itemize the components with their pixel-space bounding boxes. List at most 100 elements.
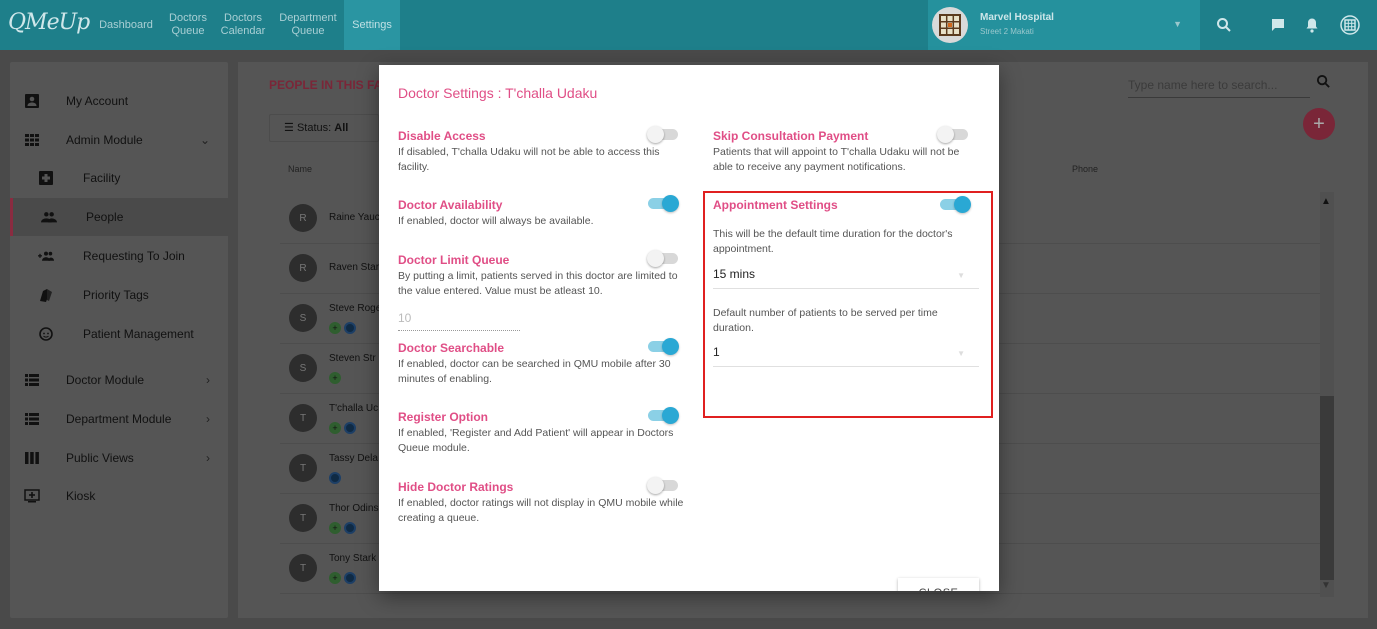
sidebar-item-label: Admin Module [66, 133, 143, 147]
hospital-switcher[interactable]: Marvel Hospital Street 2 Makati ▼ [928, 0, 1200, 50]
status-filter[interactable]: ☰ Status: All [269, 114, 379, 142]
list-icon [24, 372, 40, 388]
column-header-name: Name [288, 164, 313, 174]
person-name: Steve Roge [329, 303, 382, 314]
skip-consultation-payment-toggle[interactable] [937, 126, 969, 143]
avatar: T [289, 504, 317, 532]
plus-badge-icon: + [329, 572, 341, 584]
face-icon [38, 326, 54, 342]
hide-doctor-ratings-toggle[interactable] [647, 477, 679, 494]
doctor-searchable-toggle[interactable] [647, 338, 679, 355]
duration-description: This will be the default time duration f… [713, 228, 953, 255]
people-icon [41, 209, 57, 225]
filter-icon: ☰ [284, 122, 294, 134]
sidebar-item-label: Patient Management [83, 327, 194, 341]
group-add-icon [38, 248, 54, 264]
cross-badge-icon [344, 522, 356, 534]
dialog-title: Doctor Settings : T'challa Udaku [398, 85, 598, 101]
search-button[interactable] [1202, 0, 1246, 50]
sidebar-item-patient-management[interactable]: Patient Management [10, 315, 228, 353]
sidebar-item-label: Public Views [66, 451, 134, 465]
close-button[interactable]: CLOSE [898, 578, 979, 591]
app-logo[interactable]: QMeUp [8, 10, 90, 35]
sidebar-item-my-account[interactable]: My Account [10, 82, 228, 120]
scroll-down-icon[interactable]: ▼ [1321, 580, 1331, 591]
avatar: T [289, 454, 317, 482]
setting-title: Skip Consultation Payment [713, 129, 869, 143]
grid-icon [24, 132, 40, 148]
appointment-settings-toggle[interactable] [939, 196, 971, 213]
search-icon [1217, 18, 1231, 32]
nav-doctors-queue[interactable]: Doctors Queue [162, 0, 214, 50]
chat-icon [1272, 19, 1284, 31]
cross-badge-icon [344, 322, 356, 334]
plus-badge-icon: + [329, 322, 341, 334]
avatar: T [289, 554, 317, 582]
chevron-down-icon: ⌄ [199, 133, 210, 147]
person-name: T'challa Uc [329, 403, 379, 414]
scroll-up-icon[interactable]: ▲ [1321, 196, 1331, 207]
grid-menu-icon [1340, 15, 1360, 35]
sidebar-item-requesting-to-join[interactable]: Requesting To Join [10, 237, 228, 275]
sidebar-item-people[interactable]: People [10, 198, 228, 236]
add-to-queue-icon [24, 488, 40, 504]
doctor-limit-queue-toggle[interactable] [647, 250, 679, 267]
nav-dashboard[interactable]: Dashboard [90, 0, 162, 50]
setting-description: If enabled, doctor can be searched in QM… [398, 358, 671, 385]
register-option-toggle[interactable] [647, 407, 679, 424]
sidebar-item-priority-tags[interactable]: Priority Tags [10, 276, 228, 314]
top-bar: QMeUp Dashboard Doctors Queue Doctors Ca… [0, 0, 1377, 50]
page-title: PEOPLE IN THIS FA [269, 78, 383, 92]
nav-doctors-calendar[interactable]: Doctors Calendar [214, 0, 272, 50]
search-input[interactable]: Type name here to search... [1128, 78, 1310, 98]
patients-description: Default number of patients to be served … [713, 307, 938, 334]
sidebar-item-facility[interactable]: Facility [10, 159, 228, 197]
avatar: S [289, 304, 317, 332]
disable-access-toggle[interactable] [647, 126, 679, 143]
search-icon[interactable] [1316, 74, 1331, 93]
plus-badge-icon: + [329, 522, 341, 534]
nav-department-queue[interactable]: Department Queue [272, 0, 344, 50]
bell-icon [1306, 18, 1318, 33]
sidebar-item-department-module[interactable]: Department Module › [10, 400, 228, 438]
duration-select[interactable]: 15 mins ▼ [713, 263, 979, 289]
chevron-down-icon: ▼ [957, 349, 965, 358]
patients-per-duration-select[interactable]: 1 ▼ [713, 341, 979, 367]
sidebar-item-label: My Account [66, 94, 129, 108]
avatar: T [289, 404, 317, 432]
columns-icon [24, 450, 40, 466]
filter-value: All [334, 122, 349, 134]
setting-description: Patients that will appoint to T'challa U… [713, 146, 960, 173]
filter-label: Status: [296, 122, 332, 134]
cross-badge-icon [344, 572, 356, 584]
sidebar-item-public-views[interactable]: Public Views › [10, 439, 228, 477]
doctor-availability-toggle[interactable] [647, 195, 679, 212]
setting-skip-consultation-payment: Skip Consultation Payment Patients that … [713, 129, 973, 175]
sidebar-item-doctor-module[interactable]: Doctor Module › [10, 361, 228, 399]
avatar: R [289, 254, 317, 282]
nav-settings[interactable]: Settings [344, 0, 400, 50]
sidebar-item-label: Department Module [66, 412, 172, 426]
setting-description: If enabled, doctor will always be availa… [398, 215, 594, 227]
chevron-right-icon: › [206, 451, 210, 465]
setting-title: Appointment Settings [713, 198, 838, 212]
apps-button[interactable] [1328, 0, 1372, 50]
person-name: Raine Yauc [329, 212, 380, 223]
hospital-name: Marvel Hospital [980, 12, 1054, 23]
sidebar-item-label: Priority Tags [83, 288, 149, 302]
person-name: Raven Star [329, 262, 380, 273]
chevron-right-icon: › [206, 412, 210, 426]
duration-value: 15 mins [713, 267, 756, 281]
limit-queue-input[interactable]: 10 [398, 311, 520, 331]
scrollbar-thumb[interactable] [1320, 396, 1334, 580]
sidebar-item-label: Kiosk [66, 489, 96, 503]
sidebar-item-admin-module[interactable]: Admin Module ⌄ [10, 121, 228, 159]
sidebar-item-kiosk[interactable]: Kiosk [10, 477, 228, 515]
patients-value: 1 [713, 345, 720, 359]
hospital-plus-icon [38, 170, 54, 186]
sidebar-item-label: People [86, 210, 124, 224]
appointment-settings-highlight [703, 191, 993, 418]
add-person-button[interactable]: + [1303, 108, 1335, 140]
plus-badge-icon: + [329, 372, 341, 384]
main-nav: Dashboard Doctors Queue Doctors Calendar… [90, 0, 400, 50]
